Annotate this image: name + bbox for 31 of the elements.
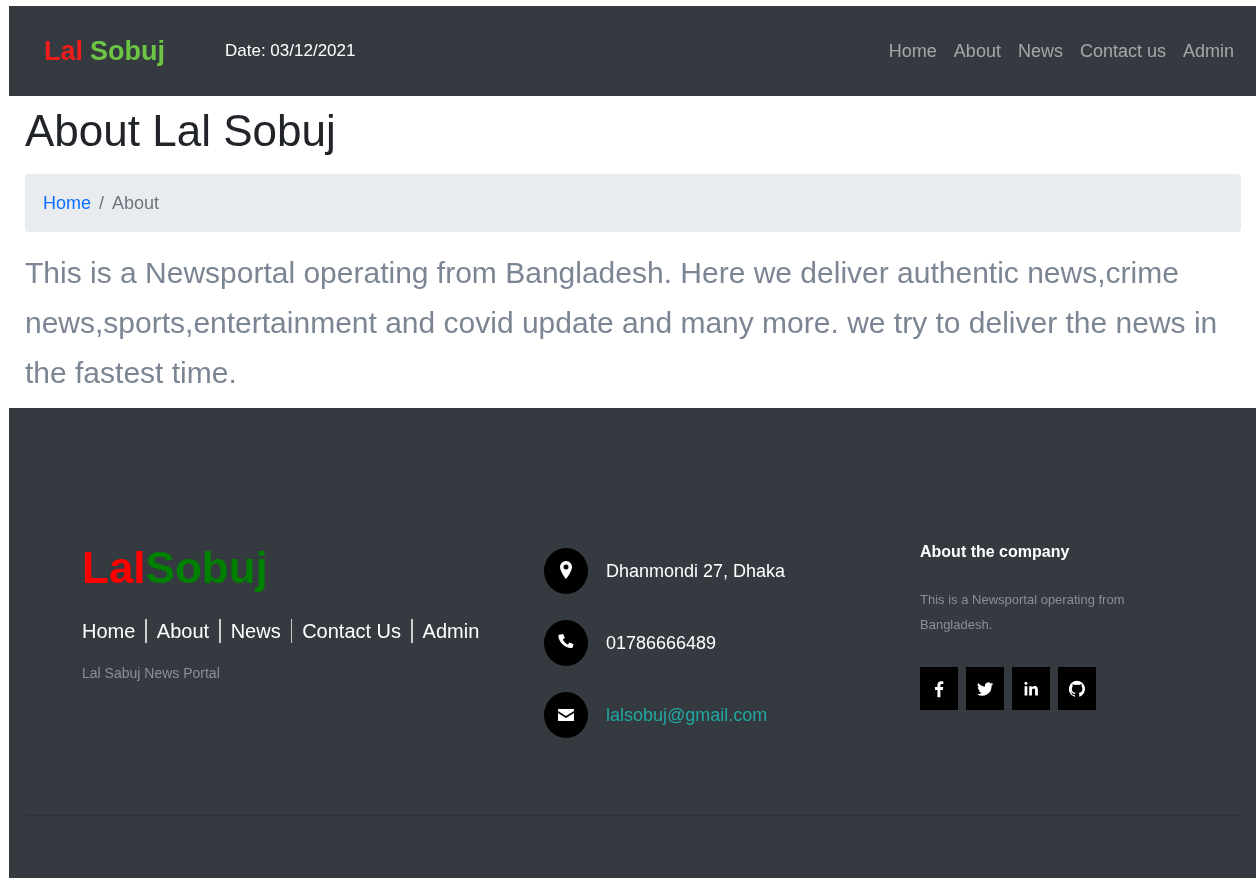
linkedin-icon[interactable] [1012,667,1050,710]
location-pin-icon [544,548,588,594]
facebook-icon[interactable] [920,667,958,710]
breadcrumb-link[interactable]: Home [43,192,91,214]
nav-link[interactable]: Home [888,40,937,62]
brand-logo[interactable]: Lal Sobuj [44,35,165,67]
footer-link[interactable]: Contact Us [302,619,402,643]
footer-link[interactable]: Home [82,619,136,643]
twitter-bird-icon[interactable] [966,667,1004,710]
footer-tagline: Lal Sabuj News Portal [82,665,221,681]
nav-link[interactable]: Contact us [1079,40,1166,62]
contact-text: 01786666489 [606,632,717,654]
footer-link[interactable]: About [156,619,210,643]
page-title: About Lal Sobuj [25,106,337,156]
about-paragraph: This is a Newsportal operating from Bangladesh. Here we deliver authentic news,crime news,sports,entertainment and covid update and many more. we try to deliver the news in the fastest time. [25,255,1219,391]
breadcrumb-separator: / [99,192,105,214]
email-link[interactable]: lalsobuj@gmail.com [606,704,768,726]
envelope-icon [544,692,588,738]
github-icon[interactable] [1058,667,1096,710]
footer-link[interactable]: Admin [422,619,480,643]
footer-about-text: This is a Newsportal operating from Bangladesh. [920,591,1126,634]
footer-heading: About the company [920,543,1071,561]
nav-link[interactable]: About [953,40,1001,62]
phone-icon [544,620,588,666]
contact-text: Dhanmondi 27, Dhaka [606,560,786,582]
footer-logo[interactable]: LalSobuj [82,543,268,593]
date-label: Date: 03/12/2021 [225,41,356,61]
nav-link[interactable]: Admin [1182,40,1234,62]
nav-link[interactable]: News [1017,40,1063,62]
breadcrumb-current: About [112,192,160,214]
footer-link[interactable]: News [230,619,281,643]
